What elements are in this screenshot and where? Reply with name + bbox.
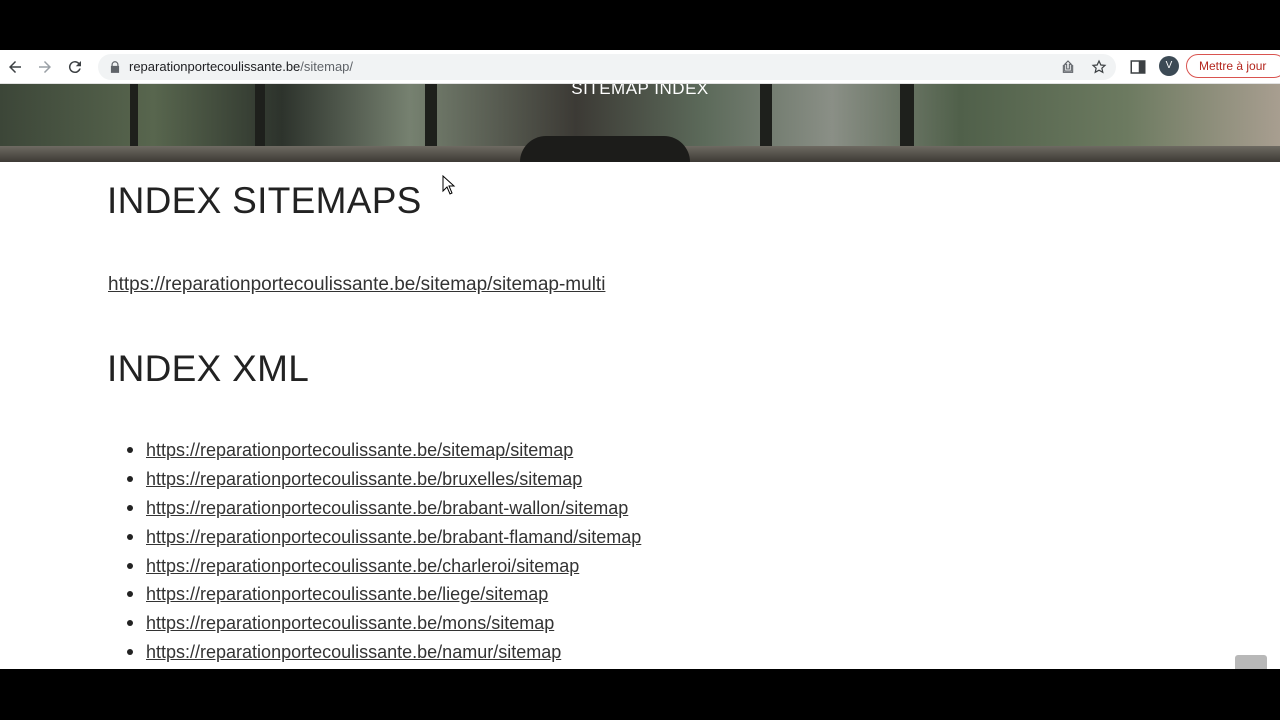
reload-button[interactable] [64, 56, 86, 78]
lock-icon[interactable] [108, 60, 122, 74]
sitemap-link[interactable]: https://reparationportecoulissante.be/br… [146, 469, 582, 490]
url-text[interactable]: reparationportecoulissante.be/sitemap/ [129, 59, 353, 74]
share-icon[interactable] [1060, 59, 1076, 75]
sitemap-link[interactable]: https://reparationportecoulissante.be/br… [146, 498, 628, 519]
url-host: reparationportecoulissante.be [129, 59, 301, 74]
bullet [127, 591, 133, 598]
top-letterbox [0, 0, 1280, 50]
index-xml-heading: INDEX XML [107, 348, 310, 389]
bottom-letterbox [0, 669, 1280, 720]
forward-button[interactable] [34, 56, 56, 78]
profile-avatar[interactable]: V [1159, 56, 1179, 76]
mouse-cursor-icon [442, 175, 456, 195]
web-page: SITEMAP INDEX INDEX SITEMAPS https://rep… [0, 84, 1280, 669]
sitemap-multi-link[interactable]: https://reparationportecoulissante.be/si… [108, 274, 605, 296]
scroll-to-top-button[interactable] [1235, 655, 1267, 669]
hero-banner: SITEMAP INDEX [0, 84, 1280, 162]
bookmark-star-icon[interactable] [1091, 59, 1107, 75]
bullet [127, 620, 133, 627]
browser-toolbar: reparationportecoulissante.be/sitemap/ V… [0, 50, 1280, 84]
sitemap-link[interactable]: https://reparationportecoulissante.be/ch… [146, 556, 579, 577]
bullet [127, 649, 133, 656]
url-path: /sitemap/ [300, 59, 354, 74]
bullet [127, 562, 133, 569]
back-button[interactable] [4, 56, 26, 78]
arrow-right-icon [39, 61, 51, 73]
hero-lamp [520, 136, 690, 162]
hero-title: SITEMAP INDEX [571, 84, 709, 98]
sitemap-link[interactable]: https://reparationportecoulissante.be/na… [146, 642, 561, 663]
address-bar[interactable]: reparationportecoulissante.be/sitemap/ [98, 54, 1116, 80]
bullet [127, 533, 133, 540]
bullet [127, 447, 133, 453]
sitemap-link[interactable]: https://reparationportecoulissante.be/si… [146, 440, 573, 461]
sitemap-link[interactable]: https://reparationportecoulissante.be/li… [146, 584, 548, 605]
sitemap-link[interactable]: https://reparationportecoulissante.be/br… [146, 527, 641, 548]
sitemap-link[interactable]: https://reparationportecoulissante.be/mo… [146, 613, 554, 634]
reload-icon [68, 61, 81, 74]
arrow-left-icon [9, 61, 21, 73]
side-panel-icon[interactable] [1129, 58, 1147, 76]
index-sitemaps-heading: INDEX SITEMAPS [107, 180, 422, 221]
bullet [127, 504, 133, 511]
bullet [127, 475, 133, 482]
update-button[interactable]: Mettre à jour [1186, 54, 1280, 78]
